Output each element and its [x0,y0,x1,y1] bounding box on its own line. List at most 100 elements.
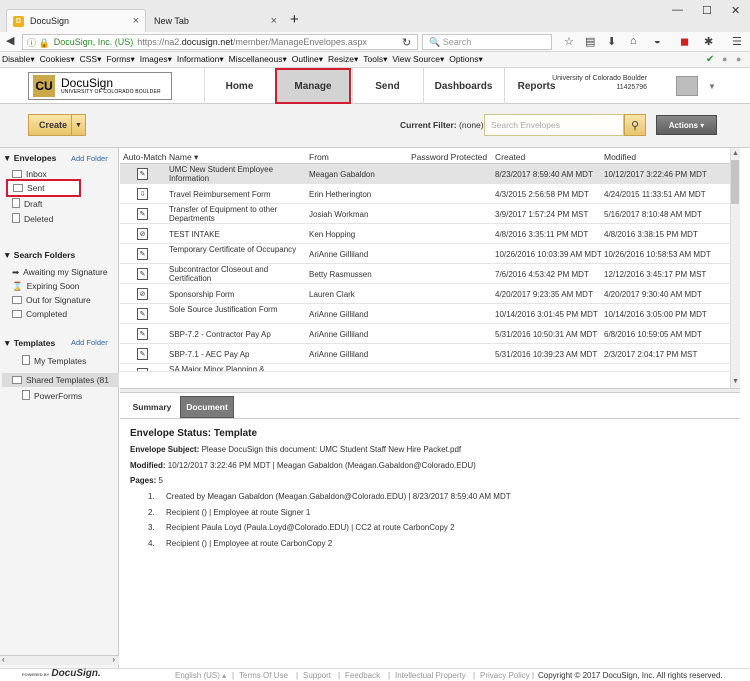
envelopes-heading[interactable]: ▼ Envelopes [3,153,56,163]
pages-value: 5 [158,476,163,485]
nav-manage[interactable]: Manage [275,68,351,104]
sidebar-item-shared-templates[interactable]: Shared Templates (81 [2,373,119,387]
column-modified[interactable]: Modified [604,152,636,162]
table-row[interactable]: ✎ Sole Source Justification Form AriAnne G… [120,304,730,324]
sidebar-horizontal-scrollbar[interactable]: ‹ › [0,655,119,665]
bookmark-star-icon[interactable]: ☆ [564,35,574,48]
table-row[interactable]: ✎ UMC New Student Employee Information Mea… [120,164,730,184]
footer-link-feedback[interactable]: Feedback [345,671,380,680]
table-row[interactable]: ⇩ Travel Reimbursement Form Erin Hethering… [120,184,730,204]
sidebar-item-inbox[interactable]: Inbox [12,169,47,179]
envelope-search-input[interactable]: Search Envelopes [484,114,624,136]
table-row[interactable]: ⊘ TEST INTAKE Ken Hopping 4/8/2016 3:35:11 … [120,224,730,244]
extension-icon[interactable]: ✱ [704,35,713,48]
toolbar-item-cookies[interactable]: Cookies▾ [40,54,75,65]
toolbar-item-miscellaneous[interactable]: Miscellaneous▾ [229,54,287,65]
create-button[interactable]: Create ▼ [28,114,86,136]
row-name: Sponsorship Form [169,290,235,299]
column-created[interactable]: Created [495,152,525,162]
menu-icon[interactable]: ☰ [732,35,742,48]
toolbar-item-resize[interactable]: Resize▾ [328,54,358,65]
browser-search-input[interactable]: 🔍 Search [422,34,552,50]
search-folders-heading[interactable]: ▼ Search Folders [3,250,75,260]
tab-summary[interactable]: Summary [128,396,176,418]
account-info[interactable]: University of Colorado Boulder 11425796 [532,74,647,92]
scroll-up-icon[interactable]: ▲ [732,150,739,157]
table-row[interactable]: ✎ SBP-7.2 - Contractor Pay Ap AriAnne Gill… [120,324,730,344]
templates-heading[interactable]: ▼ Templates [3,338,55,348]
docusign-logo[interactable]: CU DocuSign UNIVERSITY OF COLORADO BOULD… [28,72,172,100]
footer-link-privacy[interactable]: Privacy Policy [480,671,530,680]
pane-splitter[interactable] [120,388,740,393]
toolbar-item-outline[interactable]: Outline▾ [292,54,323,65]
pocket-icon[interactable]: ◒ [654,35,661,47]
minimize-icon[interactable]: — [672,4,683,16]
table-row[interactable]: ⊘ Sponsorship Form Lauren Clark 4/20/2017 9… [120,284,730,304]
toolbar-item-disable[interactable]: Disable▾ [2,54,35,65]
sidebar-item-my-templates[interactable]: My Templates [22,355,86,366]
close-window-icon[interactable]: ✕ [731,4,740,17]
nav-send[interactable]: Send [352,68,422,104]
templates-add-folder-link[interactable]: Add Folder [71,338,108,347]
sidebar-item-expiring[interactable]: ⌛ Expiring Soon [12,281,80,292]
nav-dashboards[interactable]: Dashboards [423,68,503,104]
footer-link-terms[interactable]: Terms Of Use [239,671,288,680]
scroll-right-icon[interactable]: › [112,655,115,664]
sidebar-item-deleted[interactable]: Deleted [12,213,53,224]
toolbar-item-css[interactable]: CSS▾ [80,54,102,65]
address-bar[interactable]: ⓘ 🔒 DocuSign, Inc. (US) https://na2. docu… [22,34,418,50]
column-password-protected[interactable]: Password Protected [411,152,487,162]
home-icon[interactable]: ⌂ [630,35,637,47]
close-tab-icon[interactable]: × [271,15,277,27]
powerform-icon [22,390,30,400]
reader-icon[interactable]: ▤ [585,35,595,48]
nav-home[interactable]: Home [204,68,274,104]
sidebar-item-draft[interactable]: Draft [12,198,42,209]
search-icon[interactable]: ⚲ [624,114,646,136]
table-row[interactable]: ✎ SA Major Minor Planning & Evaluation [120,364,730,372]
ublock-icon[interactable]: ◼ [680,35,689,48]
new-tab-button[interactable]: + [290,11,299,28]
footer-link-support[interactable]: Support [303,671,331,680]
table-row[interactable]: ✎ Subcontractor Closeout and Certificatio… [120,264,730,284]
back-icon[interactable]: ◀ [6,34,14,47]
table-row[interactable]: ✎ Transfer of Equipment to other Departme… [120,204,730,224]
sidebar-item-out-for-signature[interactable]: Out for Signature [12,295,91,305]
row-from: Lauren Clark [309,290,355,299]
history-number: 1. [148,492,155,501]
toolbar-item-forms[interactable]: Forms▾ [106,54,134,65]
chevron-down-icon[interactable]: ▼ [708,82,716,91]
toolbar-item-tools[interactable]: Tools▾ [363,54,387,65]
browser-tab-new[interactable]: New Tab × [148,9,283,32]
row-modified: 4/24/2015 11:33:51 AM MDT [604,190,706,199]
sidebar-item-awaiting[interactable]: ➡ Awaiting my Signature [12,267,108,278]
language-selector[interactable]: English (US) ▴ [175,671,226,680]
column-auto-match[interactable]: Auto-Match [123,152,166,162]
column-name[interactable]: Name ▾ [169,152,198,163]
table-row[interactable]: ✎ SBP-7.1 - AEC Pay Ap AriAnne Gilliland 5/… [120,344,730,364]
reload-icon[interactable]: ↻ [402,36,411,49]
chevron-down-icon[interactable]: ▼ [71,115,85,135]
column-from[interactable]: From [309,152,329,162]
maximize-icon[interactable]: ☐ [702,4,712,17]
scroll-down-icon[interactable]: ▼ [732,378,739,385]
scrollbar-thumb[interactable] [731,160,739,204]
toolbar-item-view-source[interactable]: View Source▾ [392,54,444,65]
close-tab-icon[interactable]: × [133,15,139,27]
toolbar-item-information[interactable]: Information▾ [177,54,224,65]
sidebar-item-powerforms[interactable]: PowerForms [22,390,82,401]
avatar[interactable] [676,76,698,96]
template-doc-icon: ✎ [137,348,148,360]
actions-button[interactable]: Actions ▾ [656,115,717,135]
add-folder-link[interactable]: Add Folder [71,154,108,163]
table-row[interactable]: ✎ Temporary Certificate of Occupancy AriAn… [120,244,730,264]
scroll-left-icon[interactable]: ‹ [2,655,5,664]
footer-link-ip[interactable]: Intellectual Property [395,671,466,680]
toolbar-item-images[interactable]: Images▾ [140,54,172,65]
browser-tab-docusign[interactable]: D DocuSign × [6,9,146,32]
tab-document[interactable]: Document [180,396,234,418]
sidebar-item-completed[interactable]: Completed [12,309,67,319]
sidebar-item-sent[interactable]: Sent [6,179,81,197]
toolbar-item-options[interactable]: Options▾ [449,54,483,65]
download-icon[interactable]: ⬇ [607,35,616,48]
